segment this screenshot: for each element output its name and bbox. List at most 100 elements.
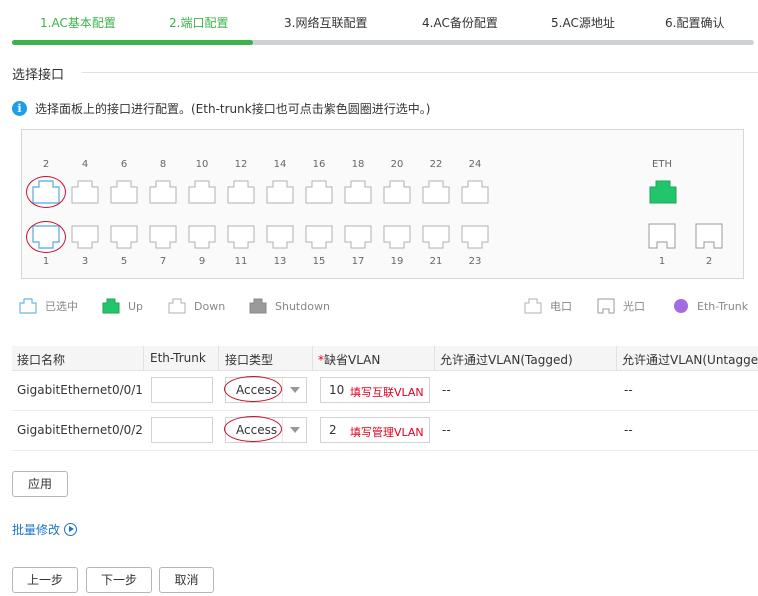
legend-down: Down	[168, 298, 225, 314]
selected-port-icon	[19, 298, 37, 314]
wizard-progress-bar	[12, 40, 754, 45]
col-eth-trunk: Eth-Trunk	[150, 351, 206, 365]
step-network-interconnect[interactable]: 3.网络互联配置	[284, 14, 367, 31]
annotation-ring	[26, 176, 66, 208]
hint-text: 选择面板上的接口进行配置。(Eth-trunk接口也可点击紫色圆圈进行选中。)	[35, 102, 431, 116]
step-ac-backup[interactable]: 4.AC备份配置	[422, 14, 498, 31]
ethernet-port-5[interactable]	[110, 225, 138, 249]
ethernet-port-10[interactable]	[188, 180, 216, 204]
ethernet-port-11[interactable]	[227, 225, 255, 249]
ethernet-port-21[interactable]	[422, 225, 450, 249]
port-number: 9	[198, 256, 206, 267]
vlan-annotation: 填写管理VLAN	[350, 426, 424, 439]
interface-type-select[interactable]: Access	[224, 376, 307, 403]
port-number: 18	[351, 159, 365, 170]
optical-port-icon	[648, 223, 676, 249]
interface-type-select[interactable]: Access	[224, 416, 307, 443]
interface-name: GigabitEthernet0/0/1	[17, 383, 143, 397]
ethernet-port-icon	[71, 180, 99, 204]
default-vlan-input[interactable]: 10 填写互联VLAN	[320, 377, 430, 403]
ethernet-port-icon	[227, 225, 255, 249]
cancel-button[interactable]: 取消	[159, 567, 214, 593]
ethernet-port-17[interactable]	[344, 225, 372, 249]
legend-selected: 已选中	[19, 298, 78, 314]
column-divider	[312, 346, 313, 371]
ethernet-port-23[interactable]	[461, 225, 489, 249]
legend-shutdown-label: Shutdown	[275, 299, 330, 313]
port-number: 4	[81, 159, 89, 170]
ethernet-port-8[interactable]	[149, 180, 177, 204]
ethernet-port-7[interactable]	[149, 225, 177, 249]
ethernet-port-9[interactable]	[188, 225, 216, 249]
step-ac-source-address[interactable]: 5.AC源地址	[551, 14, 615, 31]
ethernet-port-12[interactable]	[227, 180, 255, 204]
port-number: 8	[159, 159, 167, 170]
port-number: 2	[42, 159, 50, 170]
chevron-down-icon[interactable]	[282, 418, 306, 442]
step-config-confirm[interactable]: 6.配置确认	[665, 14, 724, 31]
wizard-steps: 1.AC基本配置 2.端口配置 3.网络互联配置 4.AC备份配置 5.AC源地…	[12, 0, 754, 48]
column-divider	[218, 346, 219, 371]
batch-modify-link[interactable]: 批量修改	[12, 521, 78, 538]
port-number: 11	[234, 256, 248, 267]
table-row: GigabitEthernet0/0/2 Access 2 填写管理VLAN -…	[12, 411, 758, 451]
port-number: 3	[81, 256, 89, 267]
port-number: 6	[120, 159, 128, 170]
prev-step-button[interactable]: 上一步	[12, 567, 78, 593]
wizard-progress-fill	[12, 40, 254, 45]
ethernet-port-icon	[305, 180, 333, 204]
ethernet-port-18[interactable]	[344, 180, 372, 204]
electric-port-icon	[524, 298, 542, 314]
ethernet-port-16[interactable]	[305, 180, 333, 204]
ethernet-port-icon	[188, 225, 216, 249]
ethernet-port-13[interactable]	[266, 225, 294, 249]
chevron-down-icon[interactable]	[282, 378, 306, 402]
col-interface-type: 接口类型	[225, 353, 274, 367]
port-number: 12	[234, 159, 248, 170]
ethernet-port-3[interactable]	[71, 225, 99, 249]
default-vlan-value: 2	[329, 423, 337, 437]
step-port-config[interactable]: 2.端口配置	[169, 14, 228, 31]
col-default-vlan: *缺省VLAN	[318, 351, 380, 368]
optical-port-1[interactable]	[648, 223, 676, 249]
ethernet-port-icon	[71, 225, 99, 249]
ethernet-port-15[interactable]	[305, 225, 333, 249]
ethernet-port-19[interactable]	[383, 225, 411, 249]
col-allowed-vlan-tagged: 允许通过VLAN(Tagged)	[440, 353, 573, 367]
legend-electric-label: 电口	[550, 300, 572, 313]
optical-port-2[interactable]	[695, 223, 723, 249]
annotation-ring	[224, 376, 282, 402]
port-number: 24	[468, 159, 482, 170]
ethernet-port-icon	[344, 225, 372, 249]
ethernet-port-icon	[344, 180, 372, 204]
eth-port-icon	[649, 180, 677, 204]
step-ac-basic[interactable]: 1.AC基本配置	[40, 14, 116, 31]
ethernet-port-22[interactable]	[422, 180, 450, 204]
legend-up-label: Up	[128, 299, 144, 313]
ethernet-port-4[interactable]	[71, 180, 99, 204]
apply-button[interactable]: 应用	[12, 471, 68, 497]
ethernet-port-icon	[305, 225, 333, 249]
allowed-vlan-tagged: --	[442, 383, 451, 397]
optical-port-icon	[597, 298, 615, 314]
default-vlan-value: 10	[329, 383, 345, 397]
legend-optical-label: 光口	[623, 300, 645, 313]
port-number: 15	[312, 256, 326, 267]
column-divider	[434, 346, 435, 371]
eth-port[interactable]	[649, 180, 677, 204]
eth-trunk-circle-icon	[674, 299, 688, 313]
ethernet-port-24[interactable]	[461, 180, 489, 204]
allowed-vlan-untagged: --	[624, 423, 633, 437]
legend-up: Up	[102, 298, 143, 314]
port-number: 20	[390, 159, 404, 170]
legend-eth-trunk-label: Eth-Trunk	[697, 299, 749, 313]
eth-trunk-input[interactable]	[151, 377, 213, 403]
col-interface-name: 接口名称	[17, 353, 66, 367]
port-number: 19	[390, 256, 404, 267]
eth-trunk-input[interactable]	[151, 417, 213, 443]
ethernet-port-14[interactable]	[266, 180, 294, 204]
ethernet-port-6[interactable]	[110, 180, 138, 204]
default-vlan-input[interactable]: 2 填写管理VLAN	[320, 417, 430, 443]
ethernet-port-20[interactable]	[383, 180, 411, 204]
next-step-button[interactable]: 下一步	[86, 567, 152, 593]
